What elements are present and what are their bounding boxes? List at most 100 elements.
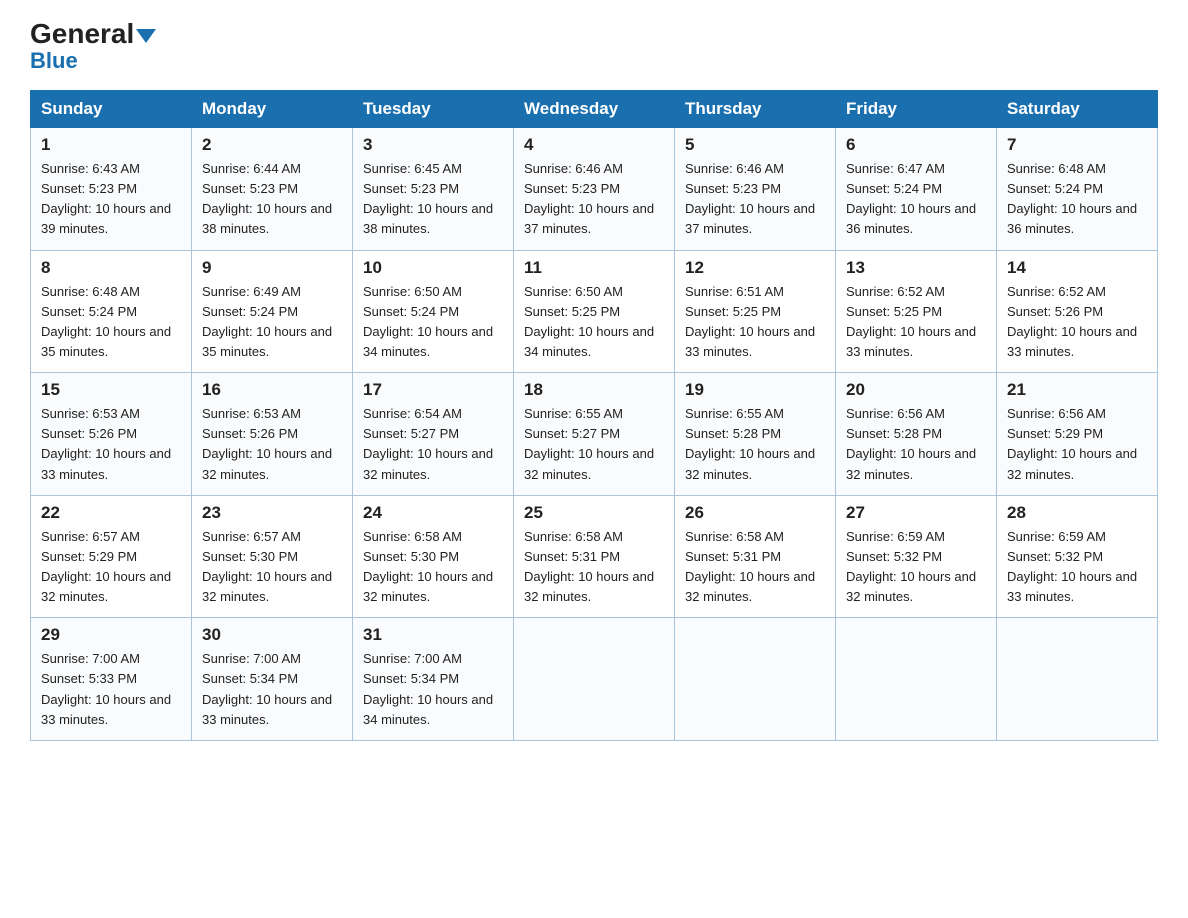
weekday-header-friday: Friday	[836, 91, 997, 128]
calendar-cell: 2 Sunrise: 6:44 AM Sunset: 5:23 PM Dayli…	[192, 128, 353, 251]
day-info: Sunrise: 6:50 AM Sunset: 5:24 PM Dayligh…	[363, 282, 503, 363]
weekday-header-wednesday: Wednesday	[514, 91, 675, 128]
day-info: Sunrise: 6:52 AM Sunset: 5:26 PM Dayligh…	[1007, 282, 1147, 363]
day-info: Sunrise: 6:56 AM Sunset: 5:29 PM Dayligh…	[1007, 404, 1147, 485]
calendar-cell: 15 Sunrise: 6:53 AM Sunset: 5:26 PM Dayl…	[31, 373, 192, 496]
calendar-cell: 31 Sunrise: 7:00 AM Sunset: 5:34 PM Dayl…	[353, 618, 514, 741]
day-info: Sunrise: 6:55 AM Sunset: 5:28 PM Dayligh…	[685, 404, 825, 485]
calendar-week-row: 15 Sunrise: 6:53 AM Sunset: 5:26 PM Dayl…	[31, 373, 1158, 496]
day-number: 20	[846, 380, 986, 400]
day-info: Sunrise: 6:50 AM Sunset: 5:25 PM Dayligh…	[524, 282, 664, 363]
day-number: 17	[363, 380, 503, 400]
day-number: 14	[1007, 258, 1147, 278]
day-number: 4	[524, 135, 664, 155]
day-info: Sunrise: 6:46 AM Sunset: 5:23 PM Dayligh…	[524, 159, 664, 240]
day-info: Sunrise: 7:00 AM Sunset: 5:34 PM Dayligh…	[202, 649, 342, 730]
page-header: General Blue	[30, 20, 1158, 72]
calendar-cell: 16 Sunrise: 6:53 AM Sunset: 5:26 PM Dayl…	[192, 373, 353, 496]
calendar-cell: 1 Sunrise: 6:43 AM Sunset: 5:23 PM Dayli…	[31, 128, 192, 251]
day-number: 30	[202, 625, 342, 645]
day-number: 18	[524, 380, 664, 400]
day-number: 25	[524, 503, 664, 523]
calendar-cell: 6 Sunrise: 6:47 AM Sunset: 5:24 PM Dayli…	[836, 128, 997, 251]
calendar-cell: 22 Sunrise: 6:57 AM Sunset: 5:29 PM Dayl…	[31, 495, 192, 618]
day-number: 28	[1007, 503, 1147, 523]
calendar-cell: 28 Sunrise: 6:59 AM Sunset: 5:32 PM Dayl…	[997, 495, 1158, 618]
day-number: 9	[202, 258, 342, 278]
calendar-week-row: 8 Sunrise: 6:48 AM Sunset: 5:24 PM Dayli…	[31, 250, 1158, 373]
calendar-cell: 10 Sunrise: 6:50 AM Sunset: 5:24 PM Dayl…	[353, 250, 514, 373]
logo-general: General	[30, 18, 134, 49]
day-number: 19	[685, 380, 825, 400]
calendar-cell: 24 Sunrise: 6:58 AM Sunset: 5:30 PM Dayl…	[353, 495, 514, 618]
calendar-cell: 8 Sunrise: 6:48 AM Sunset: 5:24 PM Dayli…	[31, 250, 192, 373]
calendar-cell: 29 Sunrise: 7:00 AM Sunset: 5:33 PM Dayl…	[31, 618, 192, 741]
day-info: Sunrise: 6:48 AM Sunset: 5:24 PM Dayligh…	[1007, 159, 1147, 240]
day-number: 21	[1007, 380, 1147, 400]
logo-triangle-icon	[136, 29, 156, 43]
calendar-cell: 21 Sunrise: 6:56 AM Sunset: 5:29 PM Dayl…	[997, 373, 1158, 496]
calendar-cell: 23 Sunrise: 6:57 AM Sunset: 5:30 PM Dayl…	[192, 495, 353, 618]
day-info: Sunrise: 6:51 AM Sunset: 5:25 PM Dayligh…	[685, 282, 825, 363]
calendar-cell: 4 Sunrise: 6:46 AM Sunset: 5:23 PM Dayli…	[514, 128, 675, 251]
day-info: Sunrise: 7:00 AM Sunset: 5:33 PM Dayligh…	[41, 649, 181, 730]
weekday-header-saturday: Saturday	[997, 91, 1158, 128]
day-number: 6	[846, 135, 986, 155]
calendar-table: SundayMondayTuesdayWednesdayThursdayFrid…	[30, 90, 1158, 741]
calendar-cell	[997, 618, 1158, 741]
weekday-header-tuesday: Tuesday	[353, 91, 514, 128]
logo-blue: Blue	[30, 50, 78, 72]
day-info: Sunrise: 6:44 AM Sunset: 5:23 PM Dayligh…	[202, 159, 342, 240]
day-info: Sunrise: 6:58 AM Sunset: 5:31 PM Dayligh…	[685, 527, 825, 608]
day-number: 3	[363, 135, 503, 155]
day-number: 26	[685, 503, 825, 523]
day-number: 27	[846, 503, 986, 523]
day-number: 5	[685, 135, 825, 155]
day-number: 31	[363, 625, 503, 645]
weekday-header-sunday: Sunday	[31, 91, 192, 128]
day-number: 22	[41, 503, 181, 523]
calendar-cell: 13 Sunrise: 6:52 AM Sunset: 5:25 PM Dayl…	[836, 250, 997, 373]
calendar-cell: 3 Sunrise: 6:45 AM Sunset: 5:23 PM Dayli…	[353, 128, 514, 251]
calendar-cell: 12 Sunrise: 6:51 AM Sunset: 5:25 PM Dayl…	[675, 250, 836, 373]
day-info: Sunrise: 6:45 AM Sunset: 5:23 PM Dayligh…	[363, 159, 503, 240]
day-number: 23	[202, 503, 342, 523]
day-info: Sunrise: 6:53 AM Sunset: 5:26 PM Dayligh…	[41, 404, 181, 485]
calendar-cell: 26 Sunrise: 6:58 AM Sunset: 5:31 PM Dayl…	[675, 495, 836, 618]
day-number: 7	[1007, 135, 1147, 155]
calendar-cell	[514, 618, 675, 741]
day-info: Sunrise: 6:56 AM Sunset: 5:28 PM Dayligh…	[846, 404, 986, 485]
calendar-cell: 7 Sunrise: 6:48 AM Sunset: 5:24 PM Dayli…	[997, 128, 1158, 251]
calendar-cell: 17 Sunrise: 6:54 AM Sunset: 5:27 PM Dayl…	[353, 373, 514, 496]
day-info: Sunrise: 6:58 AM Sunset: 5:30 PM Dayligh…	[363, 527, 503, 608]
day-info: Sunrise: 6:48 AM Sunset: 5:24 PM Dayligh…	[41, 282, 181, 363]
calendar-cell: 19 Sunrise: 6:55 AM Sunset: 5:28 PM Dayl…	[675, 373, 836, 496]
day-info: Sunrise: 6:43 AM Sunset: 5:23 PM Dayligh…	[41, 159, 181, 240]
day-number: 24	[363, 503, 503, 523]
day-info: Sunrise: 6:55 AM Sunset: 5:27 PM Dayligh…	[524, 404, 664, 485]
day-number: 1	[41, 135, 181, 155]
day-number: 10	[363, 258, 503, 278]
day-info: Sunrise: 6:53 AM Sunset: 5:26 PM Dayligh…	[202, 404, 342, 485]
weekday-header-row: SundayMondayTuesdayWednesdayThursdayFrid…	[31, 91, 1158, 128]
day-number: 16	[202, 380, 342, 400]
day-info: Sunrise: 6:52 AM Sunset: 5:25 PM Dayligh…	[846, 282, 986, 363]
day-number: 29	[41, 625, 181, 645]
calendar-cell	[836, 618, 997, 741]
calendar-week-row: 22 Sunrise: 6:57 AM Sunset: 5:29 PM Dayl…	[31, 495, 1158, 618]
day-info: Sunrise: 6:47 AM Sunset: 5:24 PM Dayligh…	[846, 159, 986, 240]
day-info: Sunrise: 6:57 AM Sunset: 5:30 PM Dayligh…	[202, 527, 342, 608]
calendar-week-row: 1 Sunrise: 6:43 AM Sunset: 5:23 PM Dayli…	[31, 128, 1158, 251]
weekday-header-monday: Monday	[192, 91, 353, 128]
weekday-header-thursday: Thursday	[675, 91, 836, 128]
calendar-cell: 18 Sunrise: 6:55 AM Sunset: 5:27 PM Dayl…	[514, 373, 675, 496]
logo: General Blue	[30, 20, 156, 72]
day-number: 13	[846, 258, 986, 278]
calendar-cell: 30 Sunrise: 7:00 AM Sunset: 5:34 PM Dayl…	[192, 618, 353, 741]
day-info: Sunrise: 6:59 AM Sunset: 5:32 PM Dayligh…	[1007, 527, 1147, 608]
calendar-week-row: 29 Sunrise: 7:00 AM Sunset: 5:33 PM Dayl…	[31, 618, 1158, 741]
day-info: Sunrise: 6:57 AM Sunset: 5:29 PM Dayligh…	[41, 527, 181, 608]
day-number: 11	[524, 258, 664, 278]
calendar-cell: 14 Sunrise: 6:52 AM Sunset: 5:26 PM Dayl…	[997, 250, 1158, 373]
day-info: Sunrise: 7:00 AM Sunset: 5:34 PM Dayligh…	[363, 649, 503, 730]
